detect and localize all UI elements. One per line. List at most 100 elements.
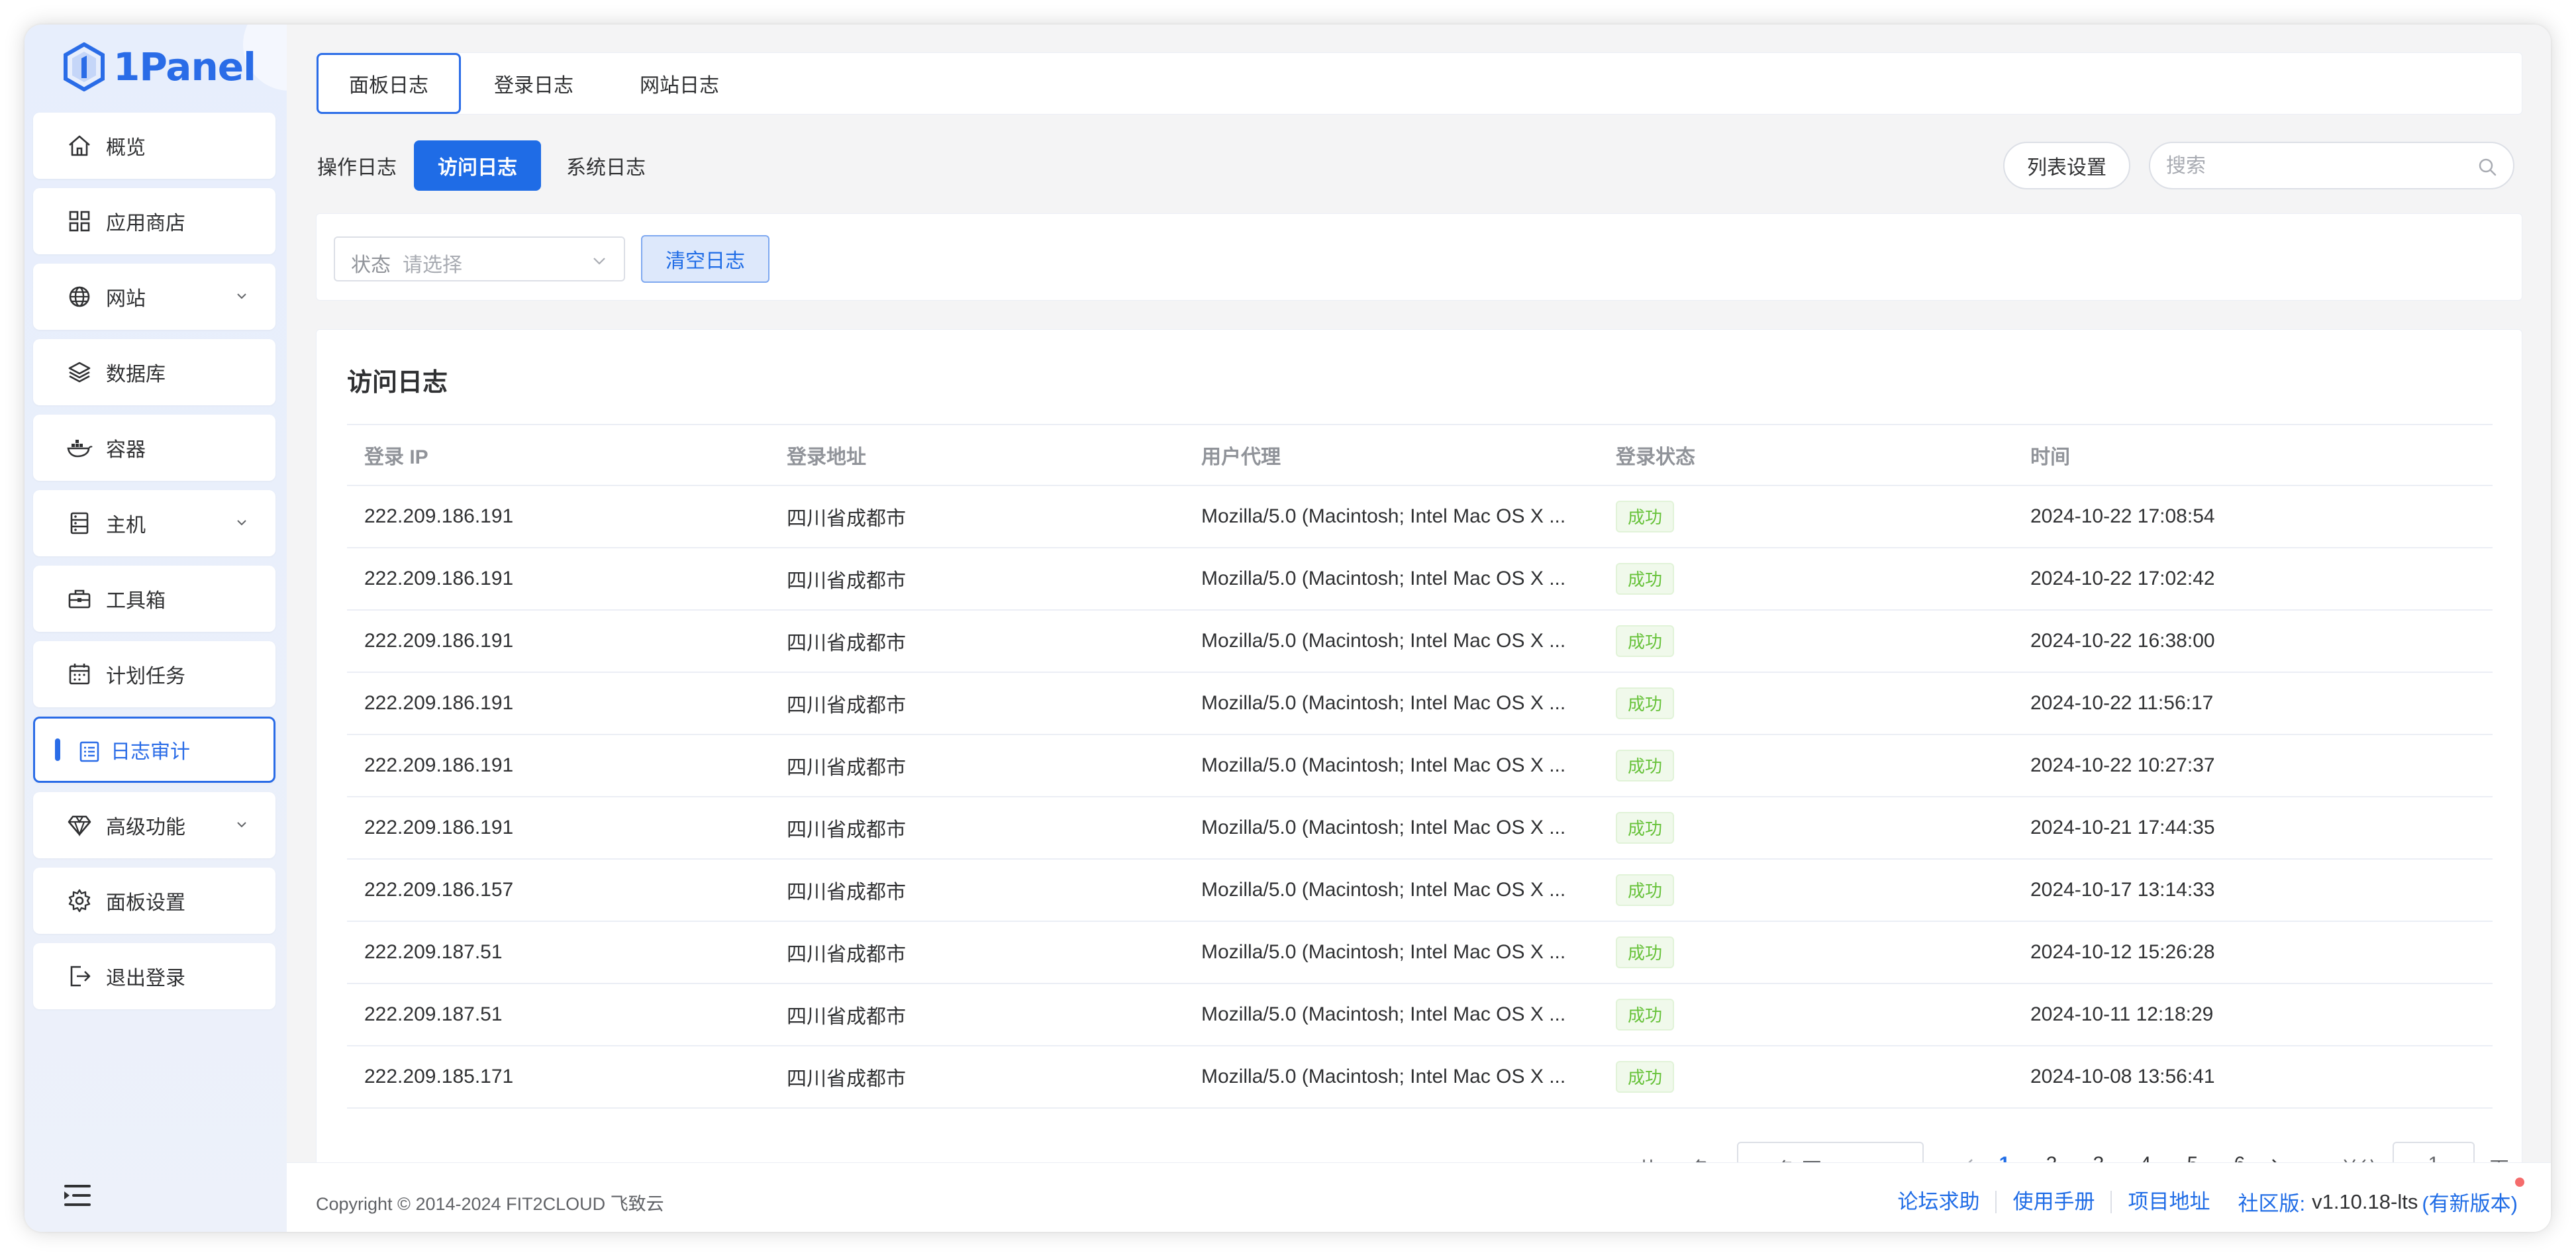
logo-mark-icon	[64, 42, 105, 91]
subtab-access-log[interactable]: 访问日志	[414, 140, 541, 191]
user-manual-link[interactable]: 使用手册	[1997, 1190, 2112, 1213]
status-badge: 成功	[1616, 501, 1675, 532]
layers-icon	[68, 362, 91, 383]
forum-help-link[interactable]: 论坛求助	[1881, 1190, 1997, 1213]
toolbox-icon	[68, 589, 91, 609]
clear-log-label: 清空日志	[666, 250, 745, 272]
clear-log-button[interactable]: 清空日志	[641, 235, 769, 283]
table-row: 222.209.187.51 四川省成都市 Mozilla/5.0 (Macinto…	[347, 921, 2493, 984]
status-badge: 成功	[1616, 812, 1675, 844]
cell-address: 四川省成都市	[769, 921, 1184, 984]
status-badge: 成功	[1616, 936, 1675, 968]
log-icon	[79, 741, 99, 762]
main-content: 面板日志 登录日志 网站日志 操作日志 访问日志 系统日志 列表设置 搜索 状态…	[287, 25, 2551, 1232]
sidebar-item-calendar[interactable]: 计划任务	[33, 641, 275, 707]
sidebar-item-label: 面板设置	[106, 892, 185, 914]
calendar-icon	[69, 664, 90, 685]
cell-ip: 222.209.186.191	[347, 734, 769, 797]
access-log-table: 登录 IP 登录地址 用户代理 登录状态 时间 222.209.186.191 四…	[347, 425, 2493, 1109]
table-body: 222.209.186.191 四川省成都市 Mozilla/5.0 (Macint…	[347, 485, 2493, 1109]
menu-collapse-icon[interactable]	[63, 1182, 92, 1209]
column-settings-button[interactable]: 列表设置	[2003, 142, 2130, 189]
filter-bar: 状态 请选择 清空日志	[316, 213, 2522, 301]
sidebar-item-globe[interactable]: 网站	[33, 264, 275, 330]
grid-icon	[69, 211, 90, 232]
table-row: 222.209.185.171 四川省成都市 Mozilla/5.0 (Macint…	[347, 1046, 2493, 1109]
sidebar-item-label: 主机	[106, 515, 146, 536]
sidebar-item-label: 工具箱	[106, 590, 166, 612]
cell-address: 四川省成都市	[769, 672, 1184, 735]
sidebar-item-grid[interactable]: 应用商店	[33, 188, 275, 254]
sidebar-nav: 概览应用商店网站数据库容器主机工具箱计划任务日志审计高级功能面板设置退出登录	[33, 113, 275, 1019]
cell-address: 四川省成都市	[769, 485, 1184, 548]
cell-ip: 222.209.186.191	[347, 797, 769, 860]
home-icon	[69, 135, 90, 156]
cell-user-agent: Mozilla/5.0 (Macintosh; Intel Mac OS X .…	[1184, 548, 1599, 611]
cell-ip: 222.209.185.171	[347, 1046, 769, 1109]
cell-status: 成功	[1599, 485, 2013, 548]
brand-logo[interactable]: 1Panel	[63, 36, 256, 97]
subtab-system-log[interactable]: 系统日志	[560, 140, 652, 191]
cell-address: 四川省成都市	[769, 610, 1184, 673]
table-row: 222.209.186.191 四川省成都市 Mozilla/5.0 (Macint…	[347, 797, 2493, 860]
sidebar-item-label: 日志审计	[111, 741, 190, 763]
status-badge: 成功	[1616, 625, 1675, 657]
cell-user-agent: Mozilla/5.0 (Macintosh; Intel Mac OS X .…	[1184, 797, 1599, 860]
sidebar-item-home[interactable]: 概览	[33, 113, 275, 179]
cell-ip: 222.209.187.51	[347, 921, 769, 984]
sidebar-item-label: 容器	[106, 439, 146, 461]
update-badge-dot	[2515, 1178, 2524, 1187]
table-row: 222.209.187.51 四川省成都市 Mozilla/5.0 (Macinto…	[347, 983, 2493, 1046]
cell-status: 成功	[1599, 1046, 2013, 1109]
table-row: 222.209.186.191 四川省成都市 Mozilla/5.0 (Macint…	[347, 610, 2493, 673]
status-badge: 成功	[1616, 687, 1675, 719]
log-type-tabs: 面板日志 登录日志 网站日志	[316, 52, 2522, 115]
column-header-user-agent: 用户代理	[1184, 425, 1599, 486]
sidebar-item-label: 高级功能	[106, 817, 185, 838]
cell-time: 2024-10-22 17:08:54	[2013, 485, 2493, 548]
sidebar-item-toolbox[interactable]: 工具箱	[33, 566, 275, 632]
tab-website-log[interactable]: 网站日志	[640, 53, 719, 114]
cell-status: 成功	[1599, 859, 2013, 922]
sidebar-item-server[interactable]: 主机	[33, 490, 275, 556]
cell-time: 2024-10-22 10:27:37	[2013, 734, 2493, 797]
chevron-down-icon	[593, 258, 605, 265]
new-version-link[interactable]: (有新版本)	[2418, 1178, 2524, 1217]
cell-time: 2024-10-22 11:56:17	[2013, 672, 2493, 735]
version-text: v1.10.18-lts	[2312, 1189, 2418, 1213]
cell-status: 成功	[1599, 672, 2013, 735]
sidebar-item-label: 计划任务	[106, 666, 185, 687]
server-icon	[70, 512, 89, 534]
footer: Copyright © 2014-2024 FIT2CLOUD 飞致云 论坛求助…	[287, 1162, 2551, 1232]
tab-label: 面板日志	[349, 75, 428, 97]
sidebar-item-gear[interactable]: 面板设置	[33, 868, 275, 934]
edition-label: 社区版:	[2238, 1192, 2306, 1215]
status-select[interactable]: 状态 请选择	[334, 236, 625, 281]
sidebar-item-docker[interactable]: 容器	[33, 415, 275, 481]
sidebar-item-log[interactable]: 日志审计	[33, 717, 275, 783]
status-badge: 成功	[1616, 750, 1675, 781]
sidebar-item-logout[interactable]: 退出登录	[33, 943, 275, 1009]
tab-panel-log[interactable]: 面板日志	[317, 53, 461, 114]
sidebar-item-label: 应用商店	[106, 213, 185, 234]
cell-address: 四川省成都市	[769, 548, 1184, 611]
tab-login-log[interactable]: 登录日志	[494, 53, 573, 114]
status-badge: 成功	[1616, 563, 1675, 595]
cell-time: 2024-10-17 13:14:33	[2013, 859, 2493, 922]
logout-icon	[70, 966, 91, 987]
cell-address: 四川省成都市	[769, 983, 1184, 1046]
search-icon[interactable]	[2477, 157, 2497, 177]
brand-name: 1Panel	[113, 44, 256, 89]
table-header-row: 登录 IP 登录地址 用户代理 登录状态 时间	[347, 425, 2493, 486]
subtab-operation-log[interactable]: 操作日志	[311, 140, 403, 191]
cell-time: 2024-10-11 12:18:29	[2013, 983, 2493, 1046]
sidebar-item-layers[interactable]: 数据库	[33, 339, 275, 405]
sidebar-item-label: 概览	[106, 137, 146, 159]
sidebar-item-diamond[interactable]: 高级功能	[33, 792, 275, 858]
search-input[interactable]	[2165, 152, 2472, 180]
cell-user-agent: Mozilla/5.0 (Macintosh; Intel Mac OS X .…	[1184, 610, 1599, 673]
cell-time: 2024-10-12 15:26:28	[2013, 921, 2493, 984]
new-version-label: (有新版本)	[2422, 1192, 2518, 1215]
project-link[interactable]: 项目地址	[2112, 1190, 2220, 1213]
table-row: 222.209.186.191 四川省成都市 Mozilla/5.0 (Macint…	[347, 548, 2493, 611]
